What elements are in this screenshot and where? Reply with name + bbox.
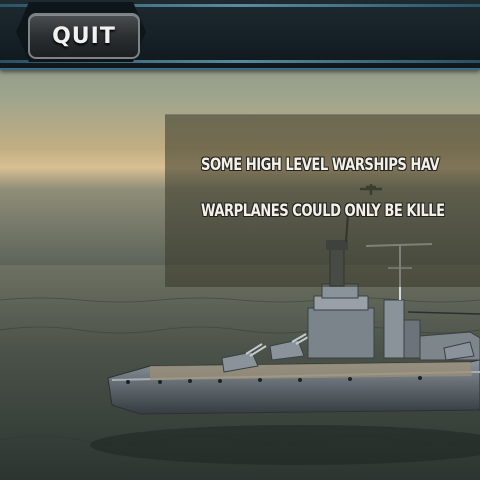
tutorial-message-line: SOME HIGH LEVEL WARSHIPS HAV	[201, 155, 440, 175]
tutorial-message-panel: SOME HIGH LEVEL WARSHIPS HAV WARPLANES C…	[165, 114, 480, 287]
tutorial-message-line: WARPLANES COULD ONLY BE KILLE	[201, 201, 445, 221]
top-bar: QUIT	[0, 0, 480, 70]
quit-button[interactable]: QUIT	[28, 13, 140, 59]
